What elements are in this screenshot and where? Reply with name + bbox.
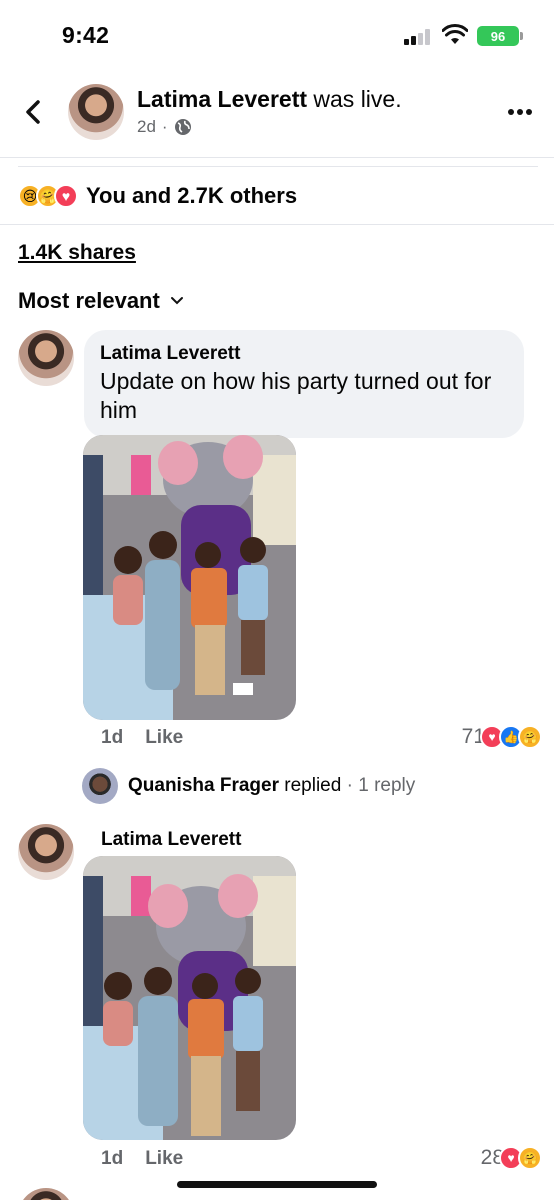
reactions-summary[interactable]: 😢 🤗 ♥ You and 2.7K others [18,180,297,212]
author-avatar[interactable] [68,84,124,140]
divider [18,166,538,167]
commenter-avatar[interactable] [18,824,74,880]
comment-actions: 1d Like [101,1148,183,1170]
care-reaction-icon: 🤗 [518,1146,542,1170]
sort-label: Most relevant [18,288,160,313]
post-title: Latima Leverett was live. [137,86,402,113]
replier-avatar [82,768,118,804]
commenter-name[interactable]: Latima Leverett [101,829,241,851]
meta-separator: · [161,117,168,136]
photo-image [83,856,296,1140]
home-indicator[interactable] [177,1181,377,1188]
commenter-avatar[interactable] [18,330,74,386]
post-header: Latima Leverett was live. 2d · [0,72,554,158]
comment-reactions[interactable]: 28 ♥ 🤗 [481,1146,542,1170]
care-reaction-icon: 🤗 [518,725,542,749]
commenter-name[interactable]: Latima Leverett [100,342,508,366]
like-button[interactable]: Like [145,727,183,749]
comment-time: 1d [101,1148,124,1169]
post-time[interactable]: 2d [137,117,156,137]
shares-link[interactable]: 1.4K shares [18,241,136,265]
status-bar: 9:42 96 [0,0,554,72]
reply-summary[interactable]: Quanisha Frager replied · 1 reply [82,768,415,804]
chevron-down-icon [170,297,183,305]
comment-reactions[interactable]: 71 ♥ 👍 🤗 [462,725,542,749]
reactions-text: You and 2.7K others [86,183,298,208]
comment-sort-dropdown[interactable]: Most relevant [18,288,184,314]
comment-text: Update on how his party turned out for h… [100,368,492,423]
cellular-signal-icon [404,29,434,45]
globe-icon [174,119,191,135]
status-time: 9:42 [62,22,110,48]
post-action: was live. [307,86,402,112]
like-button[interactable]: Like [145,1148,183,1170]
comment-actions: 1d Like [101,727,183,749]
wifi-icon [442,24,468,44]
comment-photo[interactable] [83,856,296,1140]
photo-image [83,435,296,720]
author-name[interactable]: Latima Leverett [137,86,307,112]
more-options-icon[interactable] [507,108,533,116]
back-arrow-icon[interactable] [20,96,48,128]
comment-bubble[interactable]: Latima Leverett Update on how his party … [84,330,524,438]
replier-name: Quanisha Frager [128,775,279,796]
reply-action: replied [284,775,342,796]
comment-time: 1d [101,727,124,748]
reply-count: 1 reply [358,775,416,796]
reply-separator: · [346,775,353,796]
comment-photo[interactable] [83,435,296,720]
commenter-avatar[interactable] [18,1188,74,1200]
battery-icon: 96 [477,26,523,46]
post-meta: 2d · [137,117,192,137]
love-reaction-icon: ♥ [54,184,78,208]
battery-level: 96 [490,28,506,44]
divider [0,224,554,225]
